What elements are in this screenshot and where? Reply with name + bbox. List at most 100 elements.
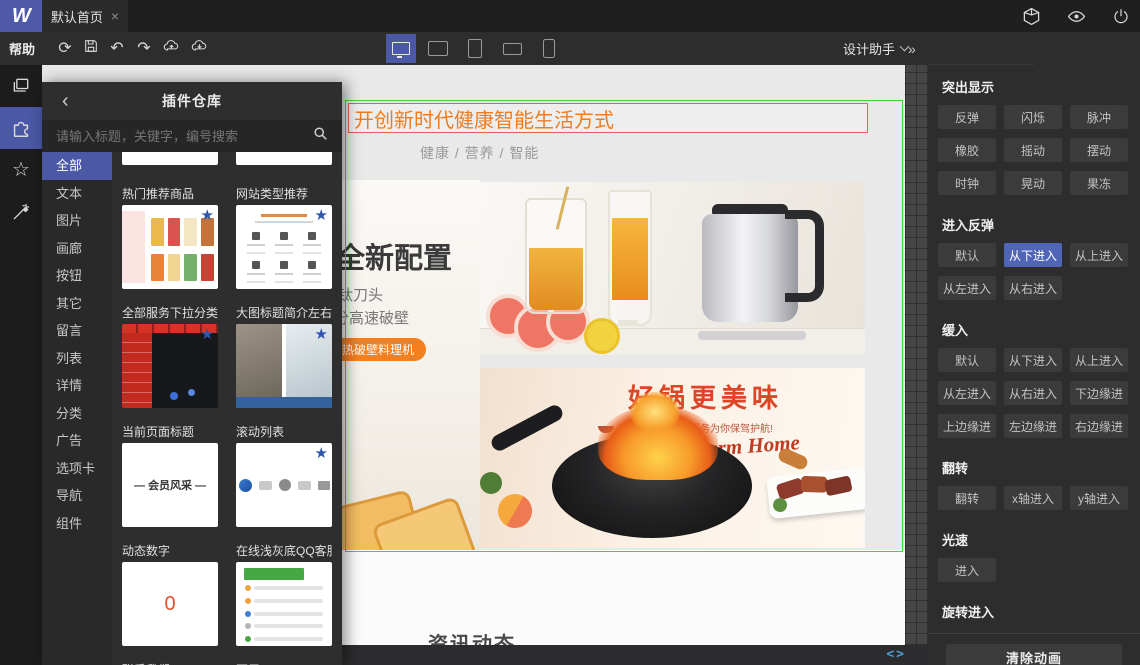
animation-option-摆动[interactable]: 摆动 bbox=[1070, 138, 1128, 162]
design-assistant-dropdown[interactable]: 设计助手 bbox=[843, 32, 910, 65]
device-tablet-landscape-icon[interactable] bbox=[423, 34, 453, 63]
category-图片[interactable]: 图片 bbox=[42, 207, 112, 235]
device-desktop-icon[interactable] bbox=[386, 34, 416, 63]
category-导航[interactable]: 导航 bbox=[42, 482, 112, 510]
favorite-star-icon[interactable]: ★ bbox=[315, 444, 328, 462]
plugin-card-label: 滚动列表 bbox=[236, 425, 285, 439]
animation-option-闪烁[interactable]: 闪烁 bbox=[1004, 105, 1062, 129]
animation-option-从上进入[interactable]: 从上进入 bbox=[1070, 348, 1128, 372]
category-组件[interactable]: 组件 bbox=[42, 510, 112, 538]
plugin-thumb-pagetitle[interactable]: — 会员风采 — bbox=[122, 443, 218, 527]
category-按钮[interactable]: 按钮 bbox=[42, 262, 112, 290]
news-section[interactable]: 资讯动态 bbox=[342, 550, 905, 645]
animation-option-反弹[interactable]: 反弹 bbox=[938, 105, 996, 129]
category-留言[interactable]: 留言 bbox=[42, 317, 112, 345]
category-详情[interactable]: 详情 bbox=[42, 372, 112, 400]
animation-option-脉冲[interactable]: 脉冲 bbox=[1070, 105, 1128, 129]
favorite-star-icon[interactable]: ★ bbox=[201, 206, 214, 224]
cloud-upload-icon[interactable] bbox=[162, 38, 181, 59]
hero-cta-button[interactable]: 热破壁料理机 bbox=[342, 338, 427, 361]
animation-option-橡胶[interactable]: 橡胶 bbox=[938, 138, 996, 162]
device-tablet-portrait-icon[interactable] bbox=[460, 34, 490, 63]
animation-option-下边缘进[interactable]: 下边缘进 bbox=[1070, 381, 1128, 405]
sidebar-plugins-icon[interactable] bbox=[0, 107, 42, 149]
animation-option-y轴进入[interactable]: y轴进入 bbox=[1070, 486, 1128, 510]
power-icon[interactable] bbox=[1112, 7, 1130, 26]
redo-icon[interactable]: ↷ bbox=[135, 40, 153, 57]
partial-plugin-card[interactable] bbox=[122, 152, 218, 165]
animation-option-摇动[interactable]: 摇动 bbox=[1004, 138, 1062, 162]
device-phone-landscape-icon[interactable] bbox=[497, 34, 527, 63]
animation-option-从下进入[interactable]: 从下进入 bbox=[1004, 348, 1062, 372]
device-phone-portrait-icon[interactable] bbox=[534, 34, 564, 63]
animation-option-从左进入[interactable]: 从左进入 bbox=[938, 276, 996, 300]
favorite-star-icon[interactable]: ★ bbox=[315, 206, 328, 224]
sidebar-favorites-icon[interactable]: ☆ bbox=[0, 149, 42, 191]
plugin-thumb-logos[interactable]: ★ bbox=[236, 443, 332, 527]
animation-option-翻转[interactable]: 翻转 bbox=[938, 486, 996, 510]
animation-option-上边缘进[interactable]: 上边缘进 bbox=[938, 414, 996, 438]
animation-option-默认[interactable]: 默认 bbox=[938, 348, 996, 372]
plugin-search-input[interactable] bbox=[42, 128, 307, 144]
animation-option-x轴进入[interactable]: x轴进入 bbox=[1004, 486, 1062, 510]
selected-title-element[interactable]: 开创新时代健康智能生活方式 bbox=[348, 103, 868, 133]
category-画廊[interactable]: 画廊 bbox=[42, 235, 112, 263]
category-选项卡[interactable]: 选项卡 bbox=[42, 455, 112, 483]
sidebar-wand-icon[interactable] bbox=[0, 191, 42, 233]
hero-section[interactable]: 全新配置 钛刀头 分高速破壁 热破壁料理机 bbox=[342, 180, 905, 613]
category-全部[interactable]: 全部 bbox=[42, 152, 112, 180]
tab-close-icon[interactable]: × bbox=[111, 8, 119, 24]
help-button[interactable]: 帮助 bbox=[9, 32, 35, 65]
page-subtitle[interactable]: 健康 / 营养 / 智能 bbox=[420, 143, 539, 163]
category-其它[interactable]: 其它 bbox=[42, 290, 112, 318]
plugin-thumb-rednav[interactable]: ★ bbox=[122, 324, 218, 408]
page-tab-default-home[interactable]: 默认首页 × bbox=[42, 0, 128, 32]
plugin-thumb-sitetypes[interactable]: ★ bbox=[236, 205, 332, 289]
cloud-download-icon[interactable] bbox=[190, 38, 209, 59]
animation-option-晃动[interactable]: 晃动 bbox=[1004, 171, 1062, 195]
animation-option-时钟[interactable]: 时钟 bbox=[938, 171, 996, 195]
category-列表[interactable]: 列表 bbox=[42, 345, 112, 373]
plugin-thumb-interior[interactable]: ★ bbox=[236, 324, 332, 408]
animation-option-从右进入[interactable]: 从右进入 bbox=[1004, 276, 1062, 300]
left-sidebar: ☆ bbox=[0, 65, 42, 665]
animation-option-从右进入[interactable]: 从右进入 bbox=[1004, 381, 1062, 405]
clear-animation-button[interactable]: 清除动画 bbox=[946, 644, 1122, 665]
plugin-card-label: 网站类型推荐 bbox=[236, 187, 309, 201]
category-文本[interactable]: 文本 bbox=[42, 180, 112, 208]
animation-option-右边缘进[interactable]: 右边缘进 bbox=[1070, 414, 1128, 438]
partial-plugin-card[interactable] bbox=[236, 152, 332, 165]
save-icon[interactable] bbox=[83, 38, 99, 59]
animation-option-左边缘进[interactable]: 左边缘进 bbox=[1004, 414, 1062, 438]
canvas-scrollbar-gutter[interactable] bbox=[905, 65, 928, 645]
sidebar-pages-icon[interactable] bbox=[0, 65, 42, 107]
category-分类[interactable]: 分类 bbox=[42, 400, 112, 428]
animation-option-从上进入[interactable]: 从上进入 bbox=[1070, 243, 1128, 267]
favorite-star-icon[interactable]: ★ bbox=[201, 325, 214, 343]
thumb-text: 0 bbox=[164, 592, 176, 615]
animation-option-默认[interactable]: 默认 bbox=[938, 243, 996, 267]
refresh-icon[interactable]: ⟳ bbox=[56, 40, 74, 57]
kettle-banner-image[interactable] bbox=[480, 182, 865, 355]
preview-eye-icon[interactable] bbox=[1066, 7, 1087, 26]
animation-option-从下进入[interactable]: 从下进入 bbox=[1004, 243, 1062, 267]
collapse-panel-arrows[interactable]: » bbox=[908, 32, 916, 65]
undo-icon[interactable]: ↶ bbox=[108, 40, 126, 57]
plugin-search-bar bbox=[42, 120, 342, 152]
animation-option-进入[interactable]: 进入 bbox=[938, 558, 996, 582]
favorite-star-icon[interactable]: ★ bbox=[315, 325, 328, 343]
search-icon[interactable] bbox=[313, 126, 328, 146]
category-广告[interactable]: 广告 bbox=[42, 427, 112, 455]
code-view-icon[interactable]: <> bbox=[886, 647, 906, 662]
plugin-card-label: 大图标题简介左右切... bbox=[236, 306, 332, 320]
hero-text-column: 全新配置 钛刀头 分高速破壁 热破壁料理机 bbox=[342, 180, 480, 613]
plugin-thumb-qq[interactable] bbox=[236, 562, 332, 646]
back-chevron-icon[interactable]: ‹ bbox=[62, 88, 69, 114]
animation-option-从左进入[interactable]: 从左进入 bbox=[938, 381, 996, 405]
plugin-thumb-products[interactable]: ★ bbox=[122, 205, 218, 289]
animation-option-果冻[interactable]: 果冻 bbox=[1070, 171, 1128, 195]
components-cube-icon[interactable] bbox=[1022, 7, 1041, 26]
page-preview[interactable]: 开创新时代健康智能生活方式 健康 / 营养 / 智能 全新配置 钛刀头 分高速破… bbox=[342, 65, 905, 645]
wok-banner-image[interactable]: 好锅更美味 无忧购物，至诚服务为你保驾护航! Warm Home bbox=[480, 368, 865, 548]
plugin-thumb-number[interactable]: 0 bbox=[122, 562, 218, 646]
